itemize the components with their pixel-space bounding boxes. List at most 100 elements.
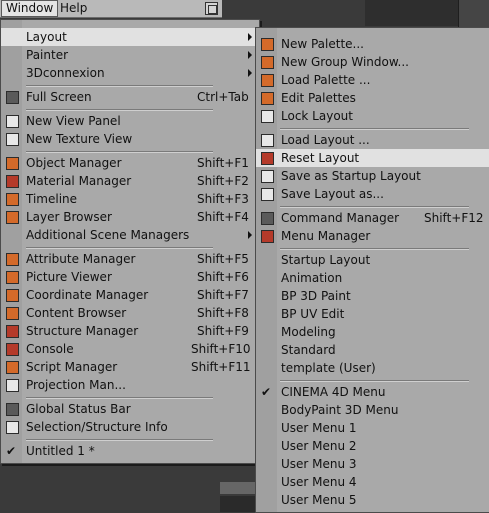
menu-item-timeline[interactable]: Timeline Shift+F3 (1, 190, 259, 208)
menu-item-painter[interactable]: Painter (1, 46, 259, 64)
menu-item-shortcut: Shift+F7 (197, 288, 249, 302)
menu-item-label: Save Layout as... (281, 187, 384, 201)
menu-help[interactable]: Help (56, 0, 91, 17)
menu-separator (26, 151, 213, 153)
menu-bar: Window Help (0, 0, 222, 18)
checkmark-icon: ✔ (261, 385, 272, 399)
menu-item-layout[interactable]: Layout (1, 28, 259, 46)
menu-item-user-menu-3[interactable]: User Menu 3 (256, 455, 489, 473)
menu-item-label: Lock Layout (281, 109, 353, 123)
menu-item-label: Structure Manager (26, 324, 139, 338)
material-manager-icon (6, 175, 19, 188)
menu-item-label: template (User) (281, 361, 376, 375)
menu-item-lock-layout[interactable]: Lock Layout (256, 107, 489, 125)
menu-item-structure-manager[interactable]: Structure Manager Shift+F9 (1, 322, 259, 340)
menu-item-label: Load Layout ... (281, 133, 370, 147)
menu-item-label: Startup Layout (281, 253, 371, 267)
menu-item-shortcut: Shift+F4 (197, 210, 249, 224)
picture-viewer-icon (6, 271, 19, 284)
menu-item-label: Console (26, 342, 74, 356)
menu-item-bp-3d-paint[interactable]: BP 3D Paint (256, 287, 489, 305)
menu-item-label: New Group Window... (281, 55, 409, 69)
menu-item-label: Projection Man... (26, 378, 126, 392)
menu-item-label: Additional Scene Managers (26, 228, 190, 242)
menu-item-standard[interactable]: Standard (256, 341, 489, 359)
menu-item-save-layout-as[interactable]: Save Layout as... (256, 185, 489, 203)
object-manager-icon (6, 157, 19, 170)
menu-item-bp-uv-edit[interactable]: BP UV Edit (256, 305, 489, 323)
menu-item-label: User Menu 1 (281, 421, 357, 435)
background-strip (220, 482, 260, 494)
menu-item-edit-palettes[interactable]: Edit Palettes (256, 89, 489, 107)
menu-item-label: BP 3D Paint (281, 289, 351, 303)
menu-window[interactable]: Window (1, 0, 59, 17)
menu-separator (280, 380, 469, 382)
menu-item-global-status-bar[interactable]: Global Status Bar (1, 400, 259, 418)
menu-item-label: 3Dconnexion (26, 66, 105, 80)
menu-item-label: Layout (26, 30, 67, 44)
menu-item-script-manager[interactable]: Script Manager Shift+F11 (1, 358, 259, 376)
menu-item-label: Modeling (281, 325, 336, 339)
menu-item-new-view-panel[interactable]: New View Panel (1, 112, 259, 130)
save-startup-layout-icon (261, 170, 274, 183)
menu-item-user-menu-5[interactable]: User Menu 5 (256, 491, 489, 509)
content-browser-icon (6, 307, 19, 320)
menu-item-label: New View Panel (26, 114, 121, 128)
menu-item-shortcut: Shift+F8 (197, 306, 249, 320)
menu-item-new-texture-view[interactable]: New Texture View (1, 130, 259, 148)
menu-item-modeling[interactable]: Modeling (256, 323, 489, 341)
window-layout-icon[interactable] (205, 2, 218, 15)
menu-item-user-menu-4[interactable]: User Menu 4 (256, 473, 489, 491)
menu-item-save-startup-layout[interactable]: Save as Startup Layout (256, 167, 489, 185)
menu-manager-icon (261, 230, 274, 243)
menu-item-material-manager[interactable]: Material Manager Shift+F2 (1, 172, 259, 190)
menu-item-label: Content Browser (26, 306, 127, 320)
menu-item-shortcut: Shift+F12 (424, 211, 484, 225)
menu-item-bodypaint-3d-menu[interactable]: BodyPaint 3D Menu (256, 401, 489, 419)
menu-item-cinema-4d-menu[interactable]: ✔ CINEMA 4D Menu (256, 383, 489, 401)
menu-item-untitled-1[interactable]: ✔ Untitled 1 * (1, 442, 259, 460)
console-icon (6, 343, 19, 356)
menu-item-startup-layout[interactable]: Startup Layout (256, 251, 489, 269)
submenu-arrow-icon (248, 231, 252, 239)
menu-separator (26, 247, 213, 249)
menu-item-label: Picture Viewer (26, 270, 112, 284)
menu-item-coordinate-manager[interactable]: Coordinate Manager Shift+F7 (1, 286, 259, 304)
menu-item-reset-layout[interactable]: Reset Layout (256, 149, 489, 167)
menu-item-3dconnexion[interactable]: 3Dconnexion (1, 64, 259, 82)
menu-item-object-manager[interactable]: Object Manager Shift+F1 (1, 154, 259, 172)
menu-item-user-menu-1[interactable]: User Menu 1 (256, 419, 489, 437)
menu-separator (26, 397, 213, 399)
submenu-arrow-icon (248, 33, 252, 41)
menu-item-selection-structure-info[interactable]: Selection/Structure Info (1, 418, 259, 436)
menu-separator (26, 85, 213, 87)
menu-item-label: User Menu 5 (281, 493, 357, 507)
menu-separator (280, 248, 469, 250)
menu-item-layer-browser[interactable]: Layer Browser Shift+F4 (1, 208, 259, 226)
menu-item-new-palette[interactable]: New Palette... (256, 35, 489, 53)
menu-item-load-layout[interactable]: Load Layout ... (256, 131, 489, 149)
menu-item-attribute-manager[interactable]: Attribute Manager Shift+F5 (1, 250, 259, 268)
menu-item-shortcut: Shift+F2 (197, 174, 249, 188)
menu-item-projection-man[interactable]: Projection Man... (1, 376, 259, 394)
menu-item-menu-manager[interactable]: Menu Manager (256, 227, 489, 245)
view-panel-icon (6, 115, 19, 128)
menu-item-picture-viewer[interactable]: Picture Viewer Shift+F6 (1, 268, 259, 286)
menu-separator (26, 439, 213, 441)
menu-item-label: Material Manager (26, 174, 132, 188)
menu-item-new-group-window[interactable]: New Group Window... (256, 53, 489, 71)
menu-item-user-menu-2[interactable]: User Menu 2 (256, 437, 489, 455)
menu-item-full-screen[interactable]: Full Screen Ctrl+Tab (1, 88, 259, 106)
menu-item-console[interactable]: Console Shift+F10 (1, 340, 259, 358)
coordinate-manager-icon (6, 289, 19, 302)
checkmark-icon: ✔ (6, 444, 17, 458)
menu-separator (280, 128, 469, 130)
menu-item-additional-scene-managers[interactable]: Additional Scene Managers (1, 226, 259, 244)
menu-item-load-palette[interactable]: Load Palette ... (256, 71, 489, 89)
menu-item-template-user[interactable]: template (User) (256, 359, 489, 377)
menu-item-content-browser[interactable]: Content Browser Shift+F8 (1, 304, 259, 322)
menu-item-command-manager[interactable]: Command Manager Shift+F12 (256, 209, 489, 227)
menu-item-animation[interactable]: Animation (256, 269, 489, 287)
menu-item-label: User Menu 3 (281, 457, 357, 471)
window-menu: Layout Painter 3Dconnexion Full Screen C… (0, 19, 260, 464)
